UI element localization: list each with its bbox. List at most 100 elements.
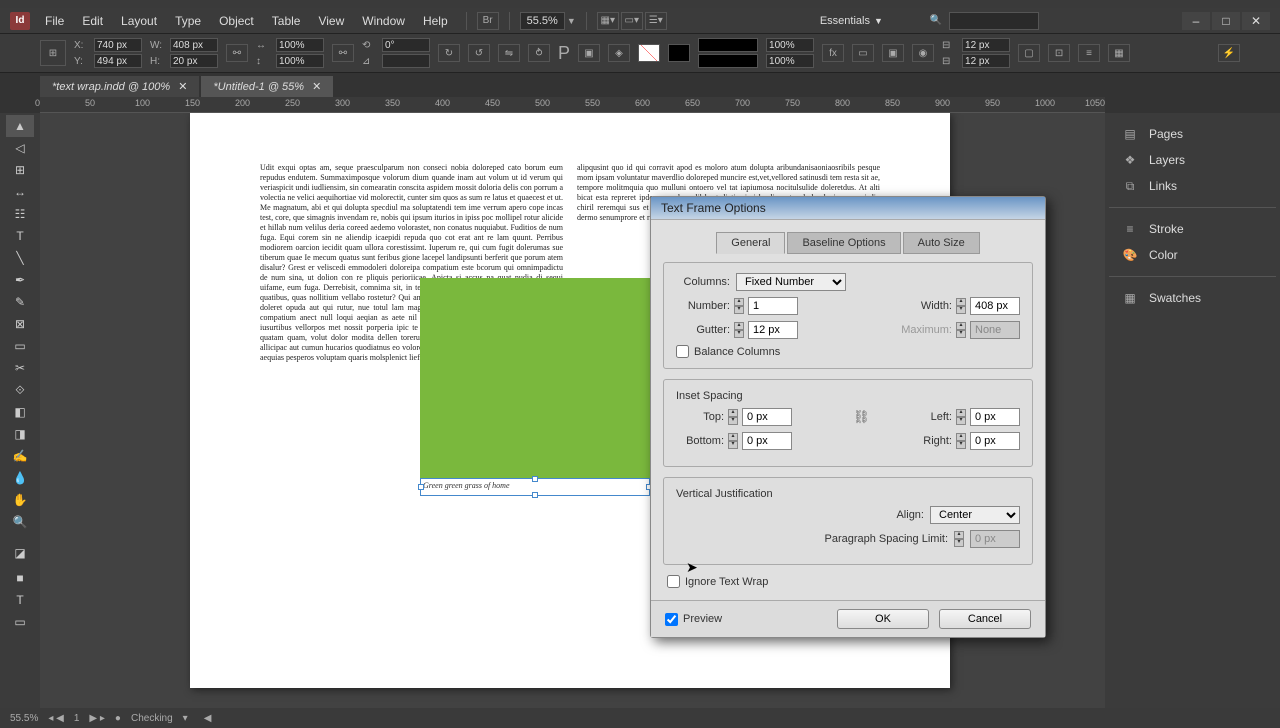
shear-input[interactable] <box>382 54 430 68</box>
minimize-button[interactable]: – <box>1182 12 1210 30</box>
maximize-button[interactable]: □ <box>1212 12 1240 30</box>
menu-edit[interactable]: Edit <box>74 11 111 31</box>
wrap-bbox-icon[interactable]: ▣ <box>882 44 904 62</box>
ok-button[interactable]: OK <box>837 609 929 629</box>
apply-none[interactable]: T <box>6 589 34 611</box>
fit-frame-icon[interactable]: ⊡ <box>1048 44 1070 62</box>
inset-bottom-input[interactable] <box>742 432 792 450</box>
spinner[interactable]: ▴▾ <box>734 298 744 314</box>
spinner[interactable]: ▴▾ <box>734 322 744 338</box>
direct-selection-tool[interactable]: ◁ <box>6 137 34 159</box>
rectangle-frame-tool[interactable]: ⊠ <box>6 313 34 335</box>
rectangle-tool[interactable]: ▭ <box>6 335 34 357</box>
close-button[interactable]: ✕ <box>1242 12 1270 30</box>
reference-point-icon[interactable]: ⊞ <box>40 40 66 66</box>
menu-window[interactable]: Window <box>354 11 413 31</box>
workspace-switcher[interactable]: Essentials <box>820 15 870 27</box>
opacity-input2[interactable] <box>766 54 814 68</box>
text-wrap-icon[interactable]: ▦ <box>1108 44 1130 62</box>
frame-handle[interactable] <box>418 484 424 490</box>
stroke-swatch[interactable] <box>668 44 690 62</box>
panel-color[interactable]: 🎨Color <box>1109 242 1276 268</box>
inset-left-input[interactable] <box>970 408 1020 426</box>
flip-h-icon[interactable]: ⇋ <box>498 44 520 62</box>
tab-close-icon[interactable]: ✕ <box>178 80 187 93</box>
stroke-weight-input[interactable] <box>962 38 1010 52</box>
caption-frame[interactable]: Green green grass of home <box>420 478 650 496</box>
spinner[interactable]: ▴▾ <box>956 433 966 449</box>
stroke-weight-input2[interactable] <box>962 54 1010 68</box>
inset-right-input[interactable] <box>970 432 1020 450</box>
panel-layers[interactable]: ❖Layers <box>1109 147 1276 173</box>
menu-object[interactable]: Object <box>211 11 262 31</box>
rotate-90ccw-icon[interactable]: ↺ <box>468 44 490 62</box>
scissors-tool[interactable]: ✂ <box>6 357 34 379</box>
line-tool[interactable]: ╲ <box>6 247 34 269</box>
placed-rectangle[interactable] <box>420 278 650 478</box>
y-input[interactable] <box>94 54 142 68</box>
gradient-feather-tool[interactable]: ◨ <box>6 423 34 445</box>
zoom-level[interactable]: 55.5% <box>520 12 565 30</box>
scale-y-input[interactable] <box>276 54 324 68</box>
align-icon[interactable]: ≡ <box>1078 44 1100 62</box>
fill-swatch[interactable] <box>638 44 660 62</box>
w-input[interactable] <box>170 38 218 52</box>
gradient-swatch-tool[interactable]: ◧ <box>6 401 34 423</box>
cancel-button[interactable]: Cancel <box>939 609 1031 629</box>
spinner[interactable]: ▴▾ <box>956 409 966 425</box>
columns-mode-select[interactable]: Fixed Number <box>736 273 846 291</box>
view-mode[interactable]: ▭ <box>6 611 34 633</box>
spinner[interactable]: ▴▾ <box>728 433 738 449</box>
bridge-icon[interactable]: Br <box>477 12 499 30</box>
x-input[interactable] <box>94 38 142 52</box>
h-input[interactable] <box>170 54 218 68</box>
ignore-text-wrap-checkbox[interactable]: Ignore Text Wrap <box>667 575 1033 588</box>
note-tool[interactable]: ✍ <box>6 445 34 467</box>
tab-general[interactable]: General <box>716 232 785 254</box>
eyedropper-tool[interactable]: 💧 <box>6 467 34 489</box>
align-select[interactable]: Center <box>930 506 1020 524</box>
selection-tool[interactable]: ▲ <box>6 115 34 137</box>
tab-autosize[interactable]: Auto Size <box>903 232 980 254</box>
opacity-input[interactable] <box>766 38 814 52</box>
panel-stroke[interactable]: ≡Stroke <box>1109 216 1276 242</box>
panel-pages[interactable]: ▤Pages <box>1109 121 1276 147</box>
menu-type[interactable]: Type <box>167 11 209 31</box>
flip-v-icon[interactable]: ⥁ <box>528 44 550 62</box>
screen-mode-icon[interactable]: ▭▾ <box>621 12 643 30</box>
quick-apply-icon[interactable]: ⚡ <box>1218 44 1240 62</box>
constrain-icon[interactable]: ⚯ <box>226 44 248 62</box>
document-tab[interactable]: *Untitled-1 @ 55% ✕ <box>201 76 333 97</box>
corner-options-icon[interactable]: ▢ <box>1018 44 1040 62</box>
page-number[interactable]: 1 <box>74 713 80 724</box>
fill-stroke-swap[interactable]: ◪ <box>6 539 34 567</box>
columns-width-input[interactable] <box>970 297 1020 315</box>
zoom-tool[interactable]: 🔍 <box>6 511 34 533</box>
arrange-icon[interactable]: ☰▾ <box>645 12 667 30</box>
pen-tool[interactable]: ✒ <box>6 269 34 291</box>
scale-x-input[interactable] <box>276 38 324 52</box>
effects-icon[interactable]: fx <box>822 44 844 62</box>
free-transform-tool[interactable]: ⟐ <box>6 379 34 401</box>
page-tool[interactable]: ⊞ <box>6 159 34 181</box>
columns-gutter-input[interactable] <box>748 321 798 339</box>
select-content-icon[interactable]: ◈ <box>608 44 630 62</box>
tab-baseline[interactable]: Baseline Options <box>787 232 900 254</box>
menu-layout[interactable]: Layout <box>113 11 165 31</box>
gap-tool[interactable]: ↔ <box>6 181 34 203</box>
view-options-icon[interactable]: ▦▾ <box>597 12 619 30</box>
inset-top-input[interactable] <box>742 408 792 426</box>
menu-view[interactable]: View <box>310 11 352 31</box>
stroke-style[interactable] <box>698 38 758 52</box>
frame-handle[interactable] <box>532 476 538 482</box>
spinner[interactable]: ▴▾ <box>956 298 966 314</box>
apply-color[interactable]: ■ <box>6 567 34 589</box>
menu-table[interactable]: Table <box>264 11 309 31</box>
spinner[interactable]: ▴▾ <box>728 409 738 425</box>
constrain-scale-icon[interactable]: ⚯ <box>332 44 354 62</box>
menu-file[interactable]: File <box>37 11 72 31</box>
select-container-icon[interactable]: ▣ <box>578 44 600 62</box>
menu-help[interactable]: Help <box>415 11 456 31</box>
panel-swatches[interactable]: ▦Swatches <box>1109 285 1276 311</box>
document-tab[interactable]: *text wrap.indd @ 100% ✕ <box>40 76 199 97</box>
